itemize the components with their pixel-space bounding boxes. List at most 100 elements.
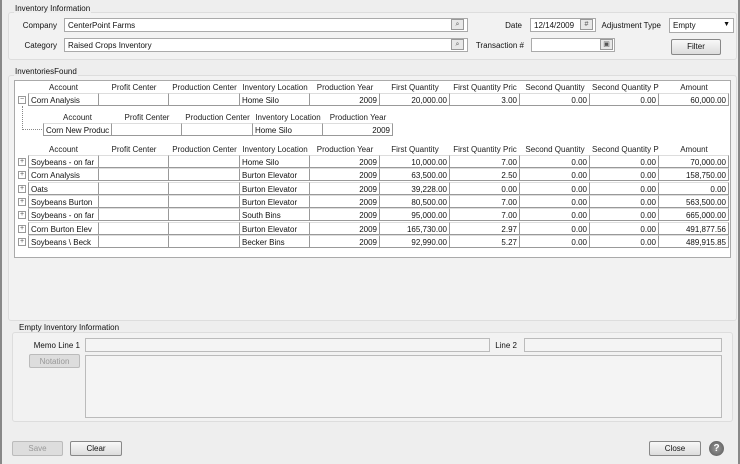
- grid-cell: 0.00: [520, 168, 590, 182]
- expand-icon[interactable]: +: [18, 171, 26, 180]
- grid-cell: [169, 194, 240, 208]
- grid-cell: [99, 93, 169, 106]
- transaction-label: Transaction #: [475, 41, 524, 50]
- grid-cell: [99, 221, 169, 235]
- table-row[interactable]: Soybeans \ Beck Becker Bins 2009 92,990.00 5…: [15, 234, 730, 248]
- category-field[interactable]: Raised Crops Inventory: [64, 38, 468, 52]
- table-row[interactable]: Corn Analysis Home Silo 2009 20,000.00 3.00 0…: [15, 93, 730, 106]
- collapse-icon[interactable]: −: [18, 96, 26, 104]
- table-row[interactable]: Oats Burton Elevator 2009 39,228.00 0.00 0.00…: [15, 181, 730, 195]
- grid-cell: Soybeans \ Beck: [28, 234, 99, 248]
- adjustment-type-select[interactable]: Empty ▼: [669, 18, 734, 33]
- grid-cell: Burton Elevator: [240, 168, 310, 182]
- grid-cell: Becker Bins: [240, 234, 310, 248]
- company-field[interactable]: CenterPoint Farms: [64, 18, 468, 32]
- grid-cell: 2009: [310, 168, 380, 182]
- grid-cell: [99, 194, 169, 208]
- grid-cell: 2009: [310, 181, 380, 195]
- grid-cell: Soybeans - on far: [28, 155, 99, 168]
- grid-cell: 0.00: [590, 234, 659, 248]
- close-button[interactable]: Close: [649, 441, 701, 456]
- expand-icon[interactable]: +: [18, 158, 26, 166]
- grid-cell: 10,000.00: [380, 155, 450, 168]
- grid-cell: Home Silo: [240, 93, 310, 106]
- grid-cell: 63,500.00: [380, 168, 450, 182]
- filter-button[interactable]: Filter: [671, 39, 721, 55]
- category-search-icon[interactable]: ⌕: [451, 39, 464, 50]
- grid-cell: [99, 181, 169, 195]
- expand-icon[interactable]: +: [18, 184, 26, 193]
- grid-cell: 7.00: [450, 194, 520, 208]
- grid-cell: 0.00: [590, 194, 659, 208]
- memo-line1-label: Memo Line 1: [33, 341, 80, 350]
- company-label: Company: [22, 21, 57, 30]
- child-table-row[interactable]: Corn New Produc Home Silo 2009: [15, 123, 730, 136]
- save-button[interactable]: Save: [12, 441, 63, 456]
- grid-cell: Burton Elevator: [240, 221, 310, 235]
- table-row[interactable]: Soybeans Burton Burton Elevator 2009 80,500…: [15, 194, 730, 208]
- grid-cell: 2009: [323, 123, 393, 136]
- help-icon[interactable]: ?: [709, 441, 724, 456]
- grid-cell: [99, 168, 169, 182]
- grid-cell: 0.00: [450, 181, 520, 195]
- grid-cell: 2009: [310, 208, 380, 222]
- table-row[interactable]: Soybeans - on far Home Silo 2009 10,000.00 7…: [15, 155, 730, 168]
- grid-cell: 0.00: [520, 93, 590, 106]
- company-search-icon[interactable]: ⌕: [451, 19, 464, 30]
- notation-field[interactable]: [85, 355, 722, 418]
- line2-label: Line 2: [495, 341, 517, 350]
- grid-cell: 60,000.00: [659, 93, 729, 106]
- inventories-found-title: InventoriesFound: [14, 67, 78, 76]
- grid-cell: 0.00: [590, 221, 659, 235]
- inventory-grid: Account Profit Center Production Center Inv…: [14, 80, 731, 258]
- grid-cell: [169, 208, 240, 222]
- adjustment-type-label: Adjustment Type: [601, 21, 661, 30]
- grid-cell: [99, 208, 169, 222]
- grid-cell: 70,000.00: [659, 155, 729, 168]
- grid-cell: 0.00: [520, 234, 590, 248]
- grid-cell: 0.00: [520, 208, 590, 222]
- table-row[interactable]: Corn Analysis Burton Elevator 2009 63,500.0…: [15, 168, 730, 182]
- grid-cell: 2.97: [450, 221, 520, 235]
- line2-field[interactable]: [524, 338, 722, 352]
- chevron-down-icon: ▼: [723, 21, 730, 28]
- grid-cell: 491,877.56: [659, 221, 729, 235]
- expand-icon[interactable]: +: [18, 224, 26, 233]
- adjustment-type-value: Empty: [673, 21, 696, 30]
- grid-cell: 95,000.00: [380, 208, 450, 222]
- expand-icon[interactable]: +: [18, 237, 26, 246]
- grid-cell: 2.50: [450, 168, 520, 182]
- calendar-icon[interactable]: #: [580, 19, 593, 30]
- grid-cell: 665,000.00: [659, 208, 729, 222]
- grid-cell: Corn Analysis: [28, 168, 99, 182]
- grid-cell: Burton Elevator: [240, 194, 310, 208]
- grid-cell: Home Silo: [240, 155, 310, 168]
- grid-cell: 7.00: [450, 155, 520, 168]
- grid-cell: [169, 155, 240, 168]
- grid-cell: 3.00: [450, 93, 520, 106]
- grid-cell: 489,915.85: [659, 234, 729, 248]
- expand-icon[interactable]: +: [18, 197, 26, 206]
- grid-cell: 2009: [310, 93, 380, 106]
- clear-button[interactable]: Clear: [70, 441, 122, 456]
- grid-cell: 0.00: [659, 181, 729, 195]
- grid-cell: Corn Analysis: [28, 93, 99, 106]
- grid-cell: [99, 234, 169, 248]
- grid-cell: [112, 123, 182, 136]
- expand-icon[interactable]: +: [18, 211, 26, 220]
- memo-line1-field[interactable]: [85, 338, 490, 352]
- grid-cell: 158,750.00: [659, 168, 729, 182]
- grid-cell: 2009: [310, 221, 380, 235]
- empty-info-title: Empty Inventory Information: [18, 323, 121, 332]
- transaction-lookup-icon[interactable]: ▣: [600, 39, 613, 50]
- notation-button[interactable]: Notation: [29, 354, 80, 368]
- grid-cell: 2009: [310, 155, 380, 168]
- grid-cell: 165,730.00: [380, 221, 450, 235]
- grid-cell: 5.27: [450, 234, 520, 248]
- grid-cell: Corn Burton Elev: [28, 221, 99, 235]
- grid-cell: 92,990.00: [380, 234, 450, 248]
- grid-cell: [169, 221, 240, 235]
- table-row[interactable]: Corn Burton Elev Burton Elevator 2009 165,7…: [15, 221, 730, 235]
- grid-cell: 0.00: [590, 93, 659, 106]
- table-row[interactable]: Soybeans - on far South Bins 2009 95,000.00…: [15, 208, 730, 222]
